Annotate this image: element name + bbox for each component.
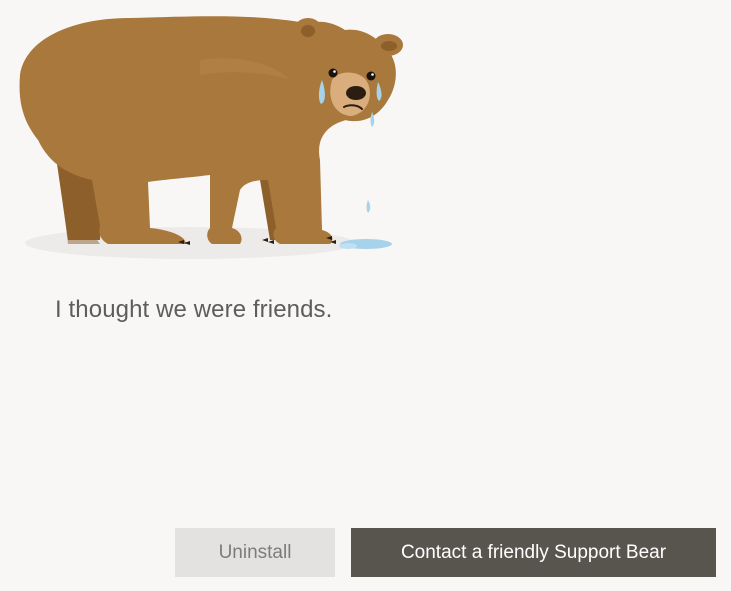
bear-eye-left xyxy=(328,68,338,78)
crying-bear-illustration xyxy=(0,0,420,275)
contact-support-button[interactable]: Contact a friendly Support Bear xyxy=(351,528,716,577)
uninstall-button[interactable]: Uninstall xyxy=(175,528,335,577)
farewell-message: I thought we were friends. xyxy=(55,296,333,323)
bear-nose xyxy=(346,86,366,100)
bear-eye-right xyxy=(366,71,376,81)
